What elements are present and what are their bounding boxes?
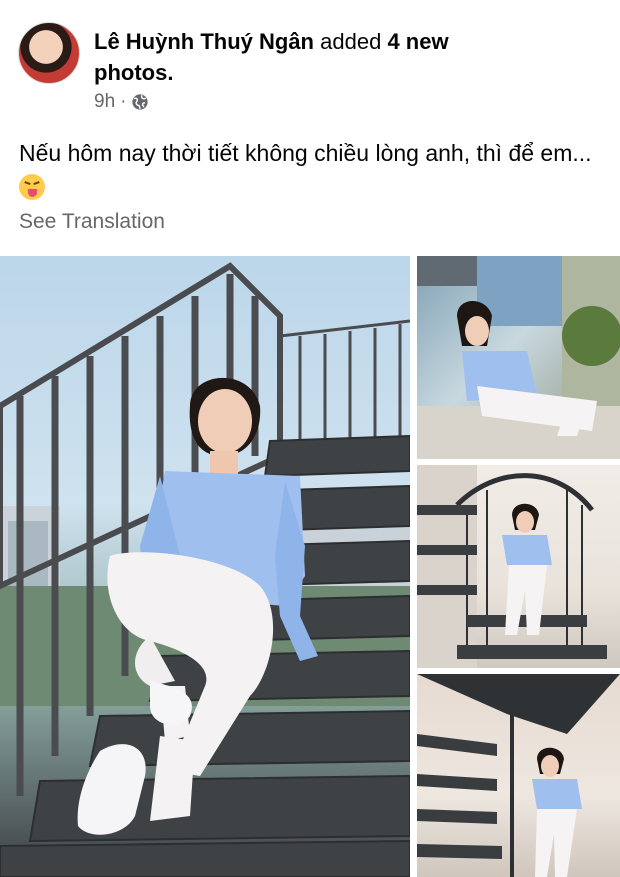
post-header-text: Lê Huỳnh Thuý Ngân added 4 new photos. 9… [94,26,514,113]
author-avatar[interactable] [18,22,80,84]
post-header: Lê Huỳnh Thuý Ngân added 4 new photos. 9… [18,22,514,113]
post-action-text: added [320,29,382,54]
photo-2-illustration [417,256,620,459]
photo-4-illustration [417,674,620,877]
photo-1-illustration [0,262,410,877]
meta-separator: · [120,91,127,112]
squinting-face-with-tongue-icon [19,174,45,200]
post-meta: 9h · [94,91,514,113]
photo-4[interactable] [417,674,620,877]
caption-text: Nếu hôm nay thời tiết không chiều lòng a… [19,140,592,166]
post-title: Lê Huỳnh Thuý Ngân added 4 new photos. [94,26,514,88]
photo-3[interactable] [417,465,620,668]
post-caption: Nếu hôm nay thời tiết không chiều lòng a… [19,136,604,204]
photo-2[interactable] [417,256,620,459]
facebook-post: Lê Huỳnh Thuý Ngân added 4 new photos. 9… [0,0,620,877]
photo-3-illustration [417,465,607,668]
author-name-link[interactable]: Lê Huỳnh Thuý Ngân [94,29,314,54]
post-timestamp[interactable]: 9h [94,91,115,113]
globe-icon[interactable] [131,93,149,111]
photo-1[interactable] [0,256,410,877]
see-translation-link[interactable]: See Translation [19,210,165,234]
